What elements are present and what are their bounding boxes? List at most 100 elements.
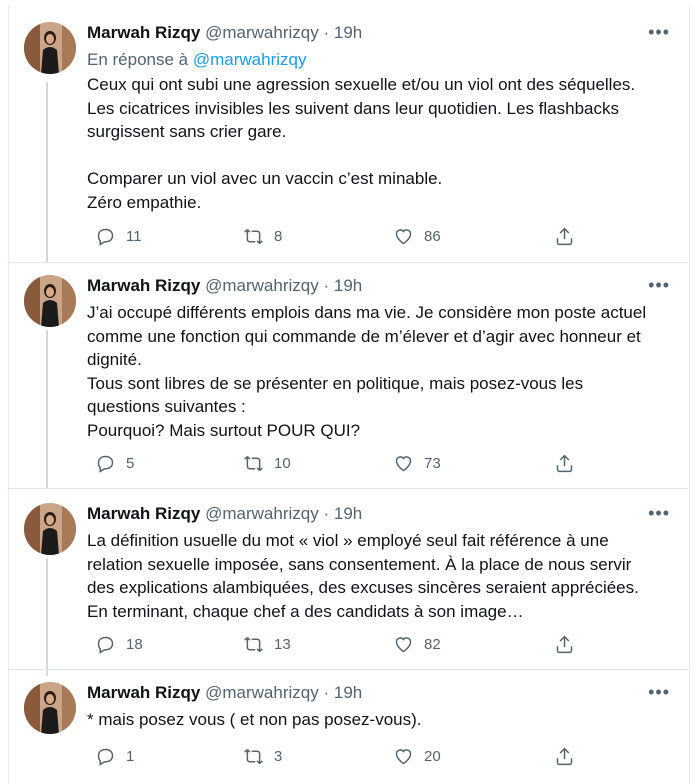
retweet-icon (244, 228, 263, 245)
heart-icon (395, 456, 412, 472)
tweet-actions: 18 13 82 (87, 634, 587, 658)
tweet-actions: 5 10 73 (87, 453, 587, 477)
reply-icon (97, 455, 114, 473)
share-icon (556, 454, 573, 473)
tweet-header: Marwah Rizqy @marwahrizqy · 19h (87, 683, 362, 703)
avatar[interactable] (24, 503, 76, 555)
tweet-line: J’ai occupé différents emplois dans ma v… (87, 303, 647, 322)
tweet-line: Ceux qui ont subi une agression sexuelle… (87, 75, 636, 94)
author-handle[interactable]: @marwahrizqy (205, 276, 319, 295)
tweet-line: des explications alambiquées, des excuse… (87, 578, 639, 597)
heart-icon (395, 749, 412, 765)
retweet-icon (244, 636, 263, 653)
separator-dot: · (323, 504, 330, 523)
tweet-text: Ceux qui ont subi une agression sexuelle… (87, 73, 677, 214)
tweet-line: comme une fonction qui commande de m’éle… (87, 326, 641, 346)
reply-icon (97, 748, 114, 766)
tweet-2[interactable]: Marwah Rizqy @marwahrizqy · 19h ••• J’ai… (8, 263, 688, 488)
separator-dot: · (323, 683, 330, 702)
retweet-icon (244, 455, 263, 472)
retweet-button[interactable]: 3 (243, 746, 282, 767)
timestamp[interactable]: 19h (334, 683, 362, 702)
like-count: 86 (424, 228, 441, 245)
avatar[interactable] (24, 275, 76, 327)
retweet-icon (244, 748, 263, 765)
share-button[interactable] (554, 634, 575, 655)
reply-icon (97, 636, 114, 654)
tweet-line-blank (87, 144, 677, 168)
retweet-button[interactable]: 8 (243, 226, 282, 247)
tweet-4[interactable]: Marwah Rizqy @marwahrizqy · 19h ••• * ma… (8, 670, 688, 784)
heart-icon (395, 637, 412, 653)
timestamp[interactable]: 19h (334, 276, 362, 295)
avatar[interactable] (24, 22, 76, 74)
author-name[interactable]: Marwah Rizqy (87, 504, 200, 523)
tweet-text: J’ai occupé différents emplois dans ma v… (87, 301, 677, 442)
tweet-line: En terminant, chaque chef a des candidat… (87, 601, 524, 621)
share-button[interactable] (554, 453, 575, 474)
like-count: 73 (424, 455, 441, 472)
tweet-line: Tous sont libres de se présenter en poli… (87, 373, 584, 393)
tweet-line: surgissent sans crier gare. (87, 122, 287, 141)
tweet-3[interactable]: Marwah Rizqy @marwahrizqy · 19h ••• La d… (8, 489, 688, 669)
share-button[interactable] (554, 746, 575, 767)
author-name[interactable]: Marwah Rizqy (87, 276, 200, 295)
like-button[interactable]: 73 (393, 453, 441, 474)
share-icon (556, 747, 573, 766)
tweet-line: questions suivantes : (87, 397, 246, 416)
like-button[interactable]: 86 (393, 226, 441, 247)
avatar[interactable] (24, 682, 76, 734)
timestamp[interactable]: 19h (334, 504, 362, 523)
tweet-header: Marwah Rizqy @marwahrizqy · 19h (87, 504, 362, 524)
share-icon (556, 635, 573, 654)
retweet-count: 10 (274, 455, 291, 472)
reply-count: 5 (126, 455, 135, 472)
tweet-text: La définition usuelle du mot « viol » em… (87, 529, 677, 623)
retweet-count: 13 (274, 636, 291, 653)
tweet-line: Comparer un viol avec un vaccin c’est mi… (87, 169, 443, 188)
separator-dot: · (323, 276, 330, 295)
reply-button[interactable]: 5 (95, 453, 134, 474)
more-icon[interactable]: ••• (648, 275, 670, 296)
tweet-line: Les cicatrices invisibles les suivent da… (87, 98, 619, 118)
reply-count: 11 (126, 228, 142, 245)
tweet-line: dignité. (87, 350, 142, 369)
timestamp[interactable]: 19h (334, 23, 362, 42)
author-name[interactable]: Marwah Rizqy (87, 23, 200, 42)
retweet-count: 8 (274, 228, 283, 245)
more-icon[interactable]: ••• (648, 682, 670, 703)
like-button[interactable]: 82 (393, 634, 441, 655)
tweet-line: Zéro empathie. (87, 192, 202, 212)
reply-button[interactable]: 11 (95, 226, 142, 247)
separator-dot: · (323, 23, 330, 42)
more-icon[interactable]: ••• (648, 22, 670, 43)
author-name[interactable]: Marwah Rizqy (87, 683, 200, 702)
author-handle[interactable]: @marwahrizqy (205, 683, 319, 702)
tweet-actions: 11 8 86 (87, 226, 587, 250)
reply-context: En réponse à @marwahrizqy (87, 50, 307, 70)
retweet-button[interactable]: 10 (243, 453, 291, 474)
like-count: 20 (424, 748, 441, 765)
heart-icon (395, 229, 412, 245)
reply-count: 18 (126, 636, 143, 653)
reply-icon (97, 228, 114, 246)
retweet-button[interactable]: 13 (243, 634, 291, 655)
retweet-count: 3 (274, 748, 283, 765)
share-button[interactable] (554, 226, 575, 247)
tweet-header: Marwah Rizqy @marwahrizqy · 19h (87, 23, 362, 43)
more-icon[interactable]: ••• (648, 503, 670, 524)
tweet-1[interactable]: Marwah Rizqy @marwahrizqy · 19h ••• En r… (8, 0, 688, 262)
tweet-actions: 1 3 20 (87, 746, 587, 770)
author-handle[interactable]: @marwahrizqy (205, 23, 319, 42)
reply-handle-link[interactable]: @marwahrizqy (193, 50, 307, 69)
tweet-line: Pourquoi? Mais surtout POUR QUI? (87, 420, 361, 440)
like-count: 82 (424, 636, 441, 653)
tweet-header: Marwah Rizqy @marwahrizqy · 19h (87, 276, 362, 296)
share-icon (556, 227, 573, 246)
like-button[interactable]: 20 (393, 746, 441, 767)
reply-button[interactable]: 1 (95, 746, 134, 767)
author-handle[interactable]: @marwahrizqy (205, 504, 319, 523)
tweet-line: La définition usuelle du mot « viol » em… (87, 531, 609, 550)
reply-prefix: En réponse à (87, 50, 189, 69)
reply-button[interactable]: 18 (95, 634, 143, 655)
